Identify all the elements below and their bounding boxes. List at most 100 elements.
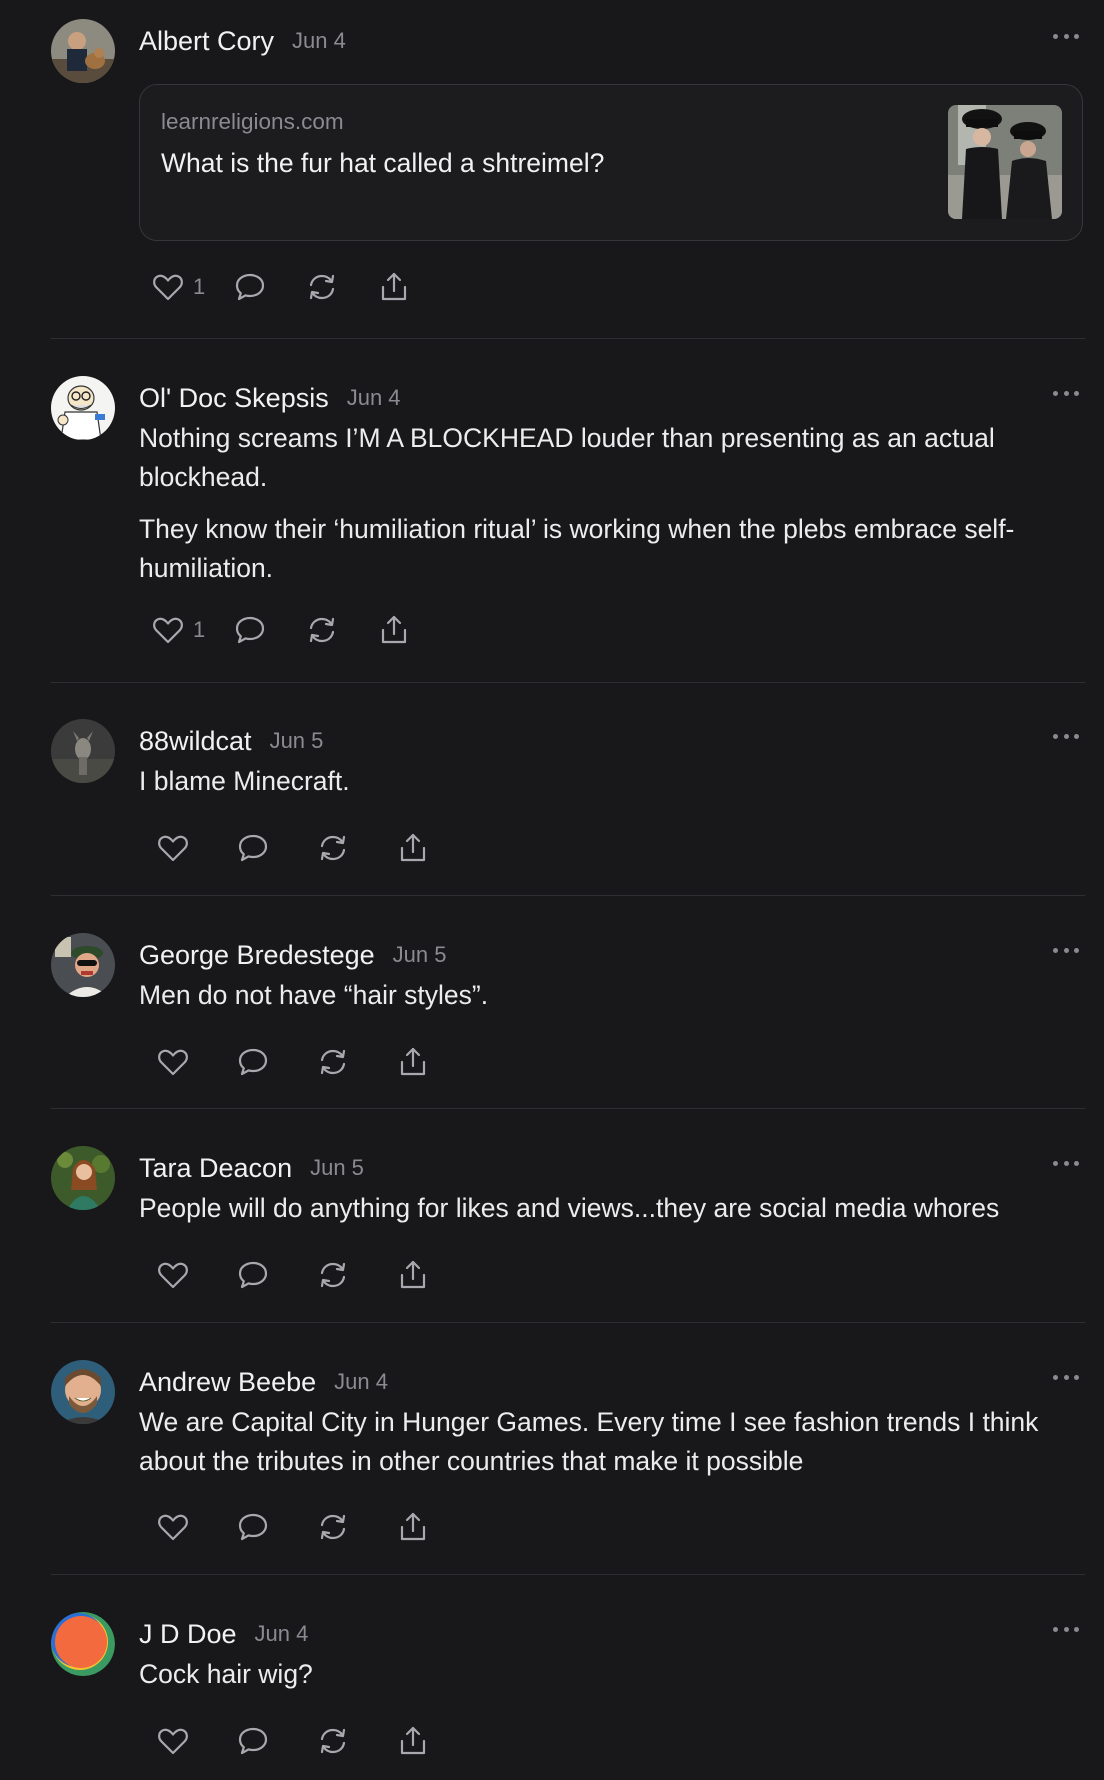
comment: Tara Deacon Jun 5 People will do anythin… — [51, 1146, 1085, 1296]
like-button[interactable]: 1 — [151, 608, 205, 652]
reply-button[interactable] — [236, 1505, 270, 1549]
comment-icon — [236, 616, 265, 644]
share-button[interactable] — [396, 1505, 430, 1549]
reply-button[interactable] — [236, 826, 270, 870]
share-button[interactable] — [396, 1253, 430, 1297]
restack-button[interactable] — [316, 1040, 350, 1084]
comment-actions — [156, 1505, 430, 1549]
comment: Ol' Doc Skepsis Jun 4 Nothing screams I’… — [51, 376, 1085, 676]
comment-date[interactable]: Jun 4 — [347, 385, 401, 411]
author-name[interactable]: 88wildcat — [139, 726, 252, 757]
comment-text: Men do not have “hair styles”. — [139, 980, 489, 1010]
like-button[interactable] — [156, 1719, 190, 1763]
restack-icon — [320, 1728, 346, 1754]
avatar[interactable] — [51, 933, 115, 997]
divider — [51, 895, 1085, 896]
comments-feed: Albert Cory Jun 4 learnreligions.com Wha… — [0, 0, 1104, 1780]
comment-body: Cock hair wig? — [139, 1655, 1085, 1694]
link-preview-card[interactable]: learnreligions.com What is the fur hat c… — [139, 84, 1083, 241]
share-icon — [400, 833, 426, 862]
avatar[interactable] — [51, 1146, 115, 1210]
avatar[interactable] — [51, 376, 115, 440]
author-name[interactable]: George Bredestege — [139, 940, 375, 971]
reply-button[interactable] — [236, 1040, 270, 1084]
link-domain: learnreligions.com — [161, 109, 344, 134]
like-button[interactable] — [156, 1040, 190, 1084]
comment-header: J D Doe Jun 4 — [139, 1616, 308, 1652]
comment-header: Tara Deacon Jun 5 — [139, 1150, 364, 1186]
author-name[interactable]: Albert Cory — [139, 26, 274, 57]
more-icon[interactable] — [1053, 945, 1079, 955]
share-button[interactable] — [396, 1719, 430, 1763]
heart-icon — [158, 835, 188, 862]
comment-actions — [156, 1253, 430, 1297]
more-icon[interactable] — [1053, 388, 1079, 398]
more-icon[interactable] — [1053, 1158, 1079, 1168]
comment: J D Doe Jun 4 Cock hair wig? — [51, 1612, 1085, 1772]
comment-date[interactable]: Jun 4 — [334, 1369, 388, 1395]
comment-actions — [156, 1719, 430, 1763]
avatar[interactable] — [51, 719, 115, 783]
restack-icon — [320, 1514, 346, 1540]
reply-button[interactable] — [236, 1719, 270, 1763]
share-icon — [400, 1047, 426, 1076]
share-button[interactable] — [396, 1040, 430, 1084]
heart-icon — [158, 1049, 188, 1076]
more-icon[interactable] — [1053, 731, 1079, 741]
like-count: 1 — [193, 274, 206, 299]
restack-button[interactable] — [316, 1253, 350, 1297]
restack-button[interactable] — [305, 608, 339, 652]
comment-actions — [156, 826, 430, 870]
comment-text: We are Capital City in Hunger Games. Eve… — [139, 1407, 1039, 1476]
restack-button[interactable] — [316, 826, 350, 870]
comment-header: Ol' Doc Skepsis Jun 4 — [139, 380, 401, 416]
comment-text: I blame Minecraft. — [139, 766, 350, 796]
like-button[interactable] — [156, 826, 190, 870]
heart-icon — [158, 1262, 188, 1289]
restack-button[interactable] — [305, 265, 339, 309]
restack-button[interactable] — [316, 1505, 350, 1549]
comment-icon — [238, 1048, 268, 1076]
reply-button[interactable] — [233, 265, 267, 309]
divider — [51, 682, 1085, 683]
author-name[interactable]: J D Doe — [139, 1619, 237, 1650]
heart-icon — [158, 1514, 188, 1541]
comment-actions: 1 — [151, 608, 411, 652]
share-button[interactable] — [377, 608, 411, 652]
reply-button[interactable] — [233, 608, 267, 652]
more-icon[interactable] — [1053, 1372, 1079, 1382]
avatar[interactable] — [51, 1360, 115, 1424]
restack-button[interactable] — [316, 1719, 350, 1763]
more-icon[interactable] — [1053, 31, 1079, 41]
author-name[interactable]: Ol' Doc Skepsis — [139, 383, 329, 414]
comment-text: Cock hair wig? — [139, 1659, 313, 1689]
like-button[interactable]: 1 — [151, 265, 205, 309]
comment: Andrew Beebe Jun 4 We are Capital City i… — [51, 1360, 1085, 1550]
divider — [51, 1574, 1085, 1575]
restack-icon — [320, 1262, 346, 1288]
author-name[interactable]: Andrew Beebe — [139, 1367, 316, 1398]
comment-header: Andrew Beebe Jun 4 — [139, 1364, 388, 1400]
author-name[interactable]: Tara Deacon — [139, 1153, 292, 1184]
share-icon — [382, 272, 407, 301]
divider — [51, 338, 1085, 339]
comment-text: Nothing screams I’M A BLOCKHEAD louder t… — [139, 423, 995, 492]
restack-icon — [310, 617, 335, 643]
share-button[interactable] — [377, 265, 411, 309]
comment: George Bredestege Jun 5 Men do not have … — [51, 933, 1085, 1083]
more-icon[interactable] — [1053, 1624, 1079, 1634]
restack-icon — [310, 274, 335, 300]
reply-button[interactable] — [236, 1253, 270, 1297]
comment-date[interactable]: Jun 5 — [310, 1155, 364, 1181]
share-button[interactable] — [396, 826, 430, 870]
comment-date[interactable]: Jun 4 — [292, 28, 346, 54]
like-button[interactable] — [156, 1253, 190, 1297]
comment-date[interactable]: Jun 5 — [270, 728, 324, 754]
divider — [51, 1108, 1085, 1109]
link-thumbnail — [948, 105, 1062, 219]
like-button[interactable] — [156, 1505, 190, 1549]
avatar[interactable] — [51, 19, 115, 83]
avatar[interactable] — [51, 1612, 115, 1676]
comment-date[interactable]: Jun 5 — [393, 942, 447, 968]
comment-date[interactable]: Jun 4 — [255, 1621, 309, 1647]
